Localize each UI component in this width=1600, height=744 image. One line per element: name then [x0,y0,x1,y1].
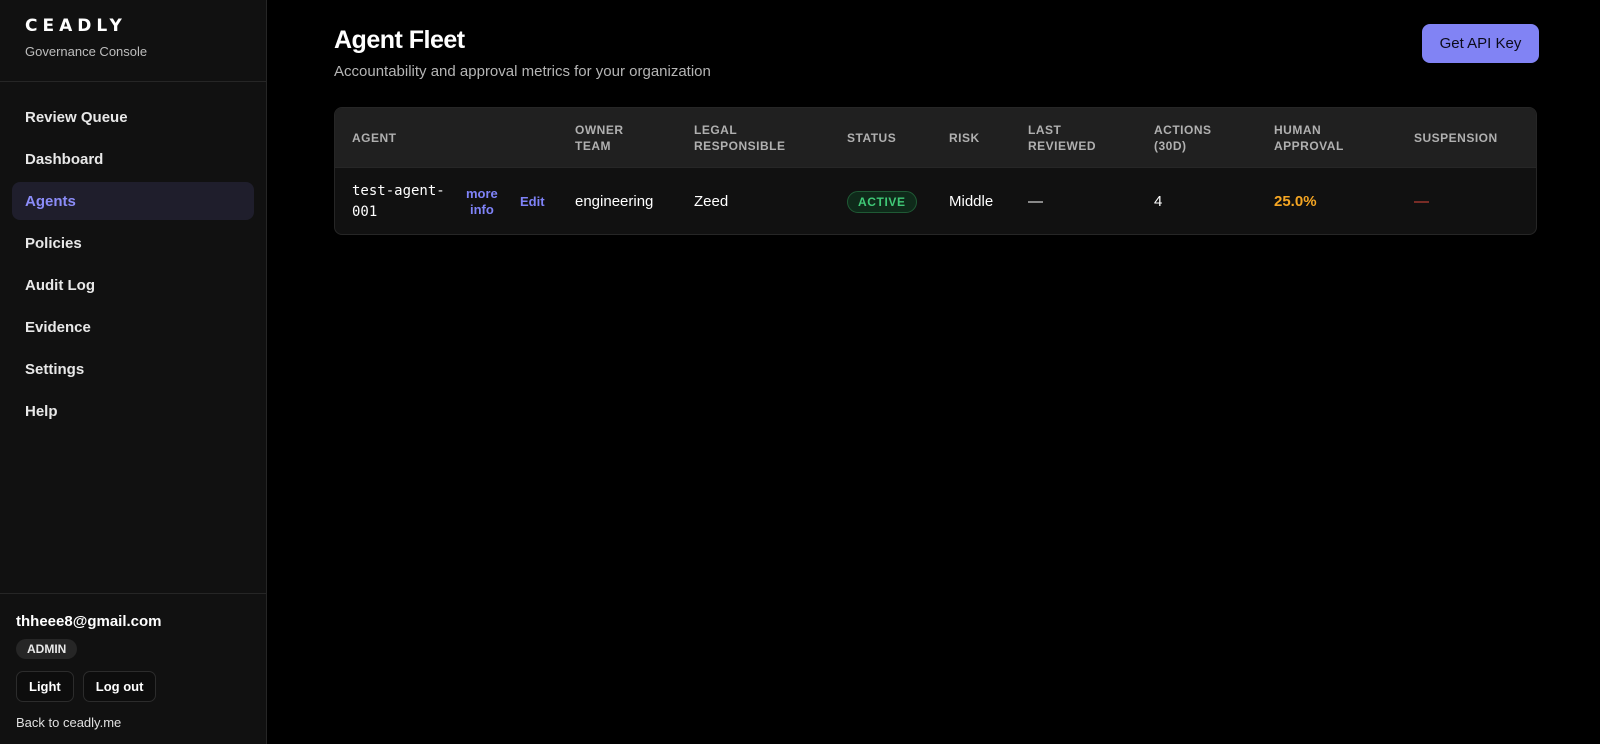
cell-agent-id: test-agent- 001 [352,168,452,234]
agent-id-line2: 001 [352,203,378,220]
more-info-link[interactable]: more info [466,168,498,234]
column-header-agent[interactable]: AGENT [352,108,397,168]
cell-legal-responsible: Zeed [694,193,729,210]
page-subtitle: Accountability and approval metrics for … [334,63,711,80]
page-title: Agent Fleet [334,26,465,54]
get-api-key-button[interactable]: Get API Key [1422,24,1539,63]
column-header-actions-30d[interactable]: ACTIONS (30D) [1154,108,1212,168]
column-header-status[interactable]: STATUS [847,108,896,168]
main-content: Agent Fleet Accountability and approval … [267,0,1600,744]
sidebar-item-audit-log[interactable]: Audit Log [12,266,254,304]
sidebar-item-evidence[interactable]: Evidence [12,308,254,346]
brand-subtitle: Governance Console [25,44,148,59]
sidebar-item-settings[interactable]: Settings [12,350,254,388]
role-badge: ADMIN [16,639,78,659]
table-row[interactable]: test-agent- 001 more info Edit engineeri… [335,168,1536,234]
cell-risk: Middle [949,193,994,210]
status-badge: ACTIVE [847,190,917,213]
sidebar-item-agents[interactable]: Agents [12,182,254,220]
column-header-last-reviewed[interactable]: LAST REVIEWED [1028,108,1096,168]
cell-status: ACTIVE [847,168,917,234]
cell-last-reviewed: — [1028,193,1043,210]
footer-buttons: Light Log out [16,671,250,702]
user-email: thheee8@gmail.com [16,613,162,630]
cell-actions-30d: 4 [1154,193,1163,210]
back-to-site-link[interactable]: Back to ceadly.me [16,715,250,730]
column-header-owner-team[interactable]: OWNER TEAM [575,108,624,168]
sidebar-item-dashboard[interactable]: Dashboard [12,140,254,178]
brand-header: CEADLY Governance Console [0,0,266,82]
cell-suspension: — [1414,193,1429,210]
brand-logo: CEADLY [25,16,127,36]
sidebar-footer: thheee8@gmail.com ADMIN Light Log out Ba… [0,593,266,744]
logout-button[interactable]: Log out [82,671,157,702]
sidebar-item-review-queue[interactable]: Review Queue [12,98,254,136]
cell-human-approval: 25.0% [1274,193,1317,210]
sidebar-item-help[interactable]: Help [12,392,254,430]
sidebar-nav: Review Queue Dashboard Agents Policies A… [0,82,266,434]
edit-link[interactable]: Edit [520,168,545,234]
cell-owner-team: engineering [575,193,654,210]
app-root: CEADLY Governance Console Review Queue D… [0,0,1600,744]
column-header-risk[interactable]: RISK [949,108,980,168]
column-header-legal-responsible[interactable]: LEGAL RESPONSIBLE [694,108,786,168]
agents-table: AGENT OWNER TEAM LEGAL RESPONSIBLE STATUS … [334,107,1537,235]
column-header-human-approval[interactable]: HUMAN APPROVAL [1274,108,1344,168]
column-header-suspension[interactable]: SUSPENSION [1414,108,1498,168]
sidebar-item-policies[interactable]: Policies [12,224,254,262]
theme-toggle-button[interactable]: Light [16,671,74,702]
agent-id-line1: test-agent- [352,182,445,199]
table-header: AGENT OWNER TEAM LEGAL RESPONSIBLE STATUS … [335,108,1536,168]
sidebar: CEADLY Governance Console Review Queue D… [0,0,267,744]
